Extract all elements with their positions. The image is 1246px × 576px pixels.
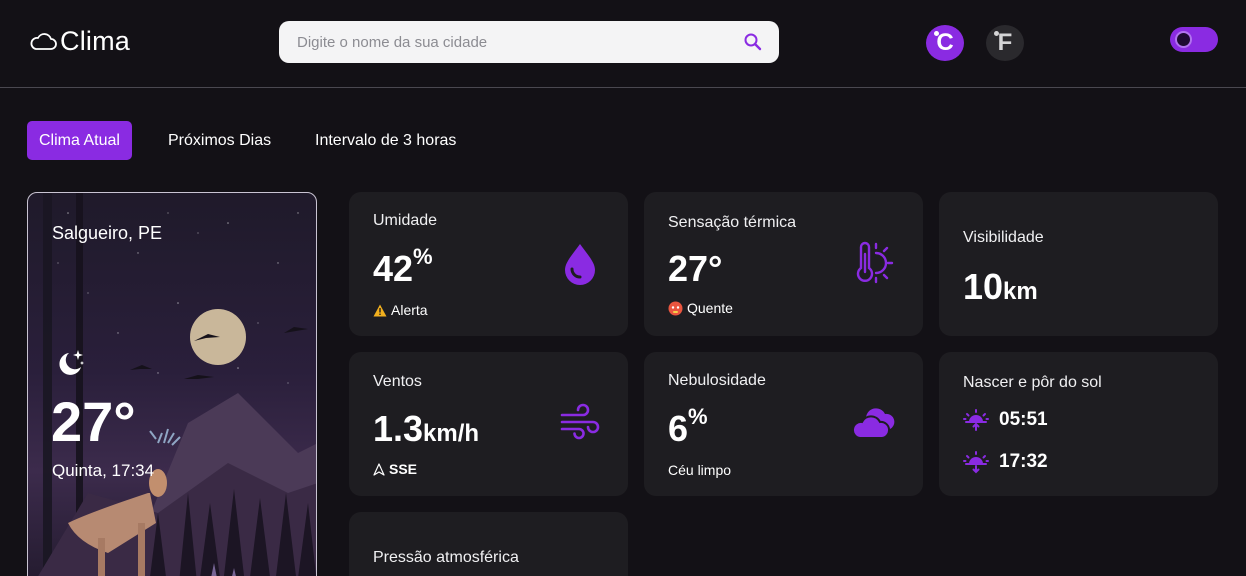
sun-label: Nascer e pôr do sol xyxy=(963,374,1102,391)
sunset-row: 17:32 xyxy=(963,450,1048,474)
humidity-label: Umidade xyxy=(373,212,438,229)
feels-like-label: Sensação térmica xyxy=(668,214,797,231)
sun-card: Nascer e pôr do sol 05:51 17:32 xyxy=(939,352,1218,496)
visibility-number: 10 xyxy=(963,266,1004,307)
celsius-button[interactable]: C xyxy=(926,25,964,61)
humidity-note-text: Alerta xyxy=(391,302,428,318)
visibility-card: Visibilidade 10km xyxy=(939,192,1218,336)
cloud-icon xyxy=(30,33,57,50)
search-input[interactable] xyxy=(279,21,729,63)
thermometer-sun-icon xyxy=(856,241,894,284)
warning-icon xyxy=(373,304,387,316)
pressure-card: Pressão atmosférica xyxy=(349,512,628,576)
search-bar xyxy=(279,21,779,63)
feels-like-note: Quente xyxy=(668,300,733,316)
location-city: Salgueiro, PE xyxy=(52,223,163,243)
clouds-unit: % xyxy=(688,404,708,429)
humidity-number: 42 xyxy=(373,248,414,289)
clouds-card: Nebulosidade 6% Céu limpo xyxy=(644,352,923,496)
wind-direction-text: SSE xyxy=(389,461,418,477)
tab-clima-atual[interactable]: Clima Atual xyxy=(27,121,132,160)
visibility-label: Visibilidade xyxy=(963,229,1044,246)
feels-like-card: Sensação térmica 27° Quente xyxy=(644,192,923,336)
wind-number: 1.3 xyxy=(373,408,424,449)
tab-proximos-dias[interactable]: Próximos Dias xyxy=(156,121,283,160)
clouds-value: 6% xyxy=(668,404,708,450)
degree-dot-icon xyxy=(934,31,939,36)
search-icon[interactable] xyxy=(743,32,763,52)
visibility-unit: km xyxy=(1003,278,1038,305)
sunrise-row: 05:51 xyxy=(963,408,1048,432)
feels-like-value: 27° xyxy=(668,248,723,289)
humidity-note: Alerta xyxy=(373,302,428,318)
location-card: Salgueiro, PE 27° Quinta, 17:34 xyxy=(27,192,317,576)
cloud-icon xyxy=(852,408,895,439)
toggle-knob xyxy=(1175,31,1192,48)
clouds-number: 6 xyxy=(668,408,689,449)
degree-dot-icon xyxy=(994,31,999,36)
wind-icon xyxy=(560,403,600,440)
humidity-card: Umidade 42% Alerta xyxy=(349,192,628,336)
fahrenheit-button[interactable]: F xyxy=(986,25,1024,61)
clouds-label: Nebulosidade xyxy=(668,372,766,389)
sunset-time: 17:32 xyxy=(999,451,1048,472)
humidity-value: 42% xyxy=(373,244,433,290)
pressure-label: Pressão atmosférica xyxy=(373,549,519,566)
wind-card: Ventos 1.3km/h SSE xyxy=(349,352,628,496)
humidity-unit: % xyxy=(413,244,433,269)
sunrise-icon xyxy=(963,409,989,431)
wind-value: 1.3km/h xyxy=(373,408,479,450)
sunrise-time: 05:51 xyxy=(999,409,1048,430)
night-landscape-illustration xyxy=(38,193,316,576)
theme-toggle[interactable] xyxy=(1170,27,1218,52)
sunset-icon xyxy=(963,451,989,474)
fahrenheit-label: F xyxy=(997,29,1013,56)
droplet-icon xyxy=(565,244,595,285)
tab-intervalo-3-horas[interactable]: Intervalo de 3 horas xyxy=(303,121,468,160)
wind-note: SSE xyxy=(373,461,417,477)
header: Clima C F xyxy=(0,0,1246,88)
moon-stars-icon xyxy=(59,350,84,375)
logo[interactable]: Clima xyxy=(28,24,130,58)
wind-unit: km/h xyxy=(423,420,480,447)
feels-like-note-text: Quente xyxy=(687,300,733,316)
location-datetime: Quinta, 17:34 xyxy=(52,461,155,480)
location-temperature: 27° xyxy=(51,390,136,453)
visibility-value: 10km xyxy=(963,266,1038,308)
clouds-note: Céu limpo xyxy=(668,462,732,478)
hot-face-icon xyxy=(668,301,683,315)
wind-label: Ventos xyxy=(373,373,422,390)
app-title: Clima xyxy=(60,25,131,56)
wind-direction-icon xyxy=(373,462,385,476)
